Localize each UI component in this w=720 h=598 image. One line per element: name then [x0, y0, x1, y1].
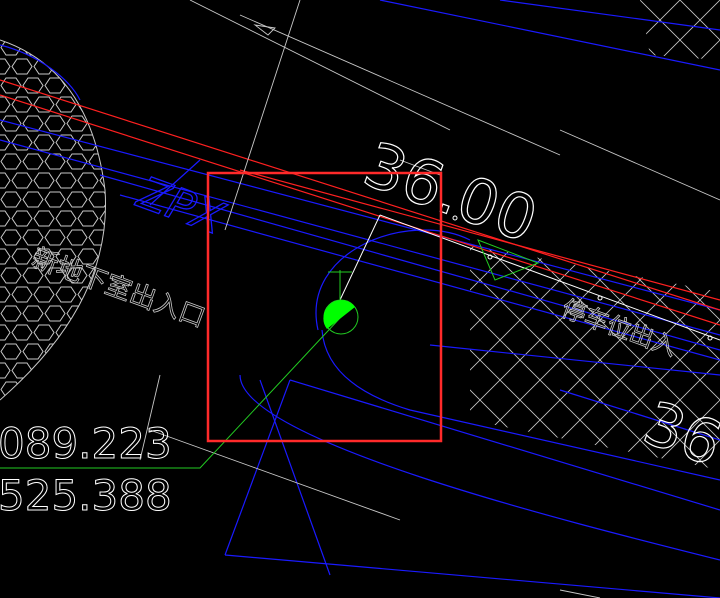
coordinate-y: 525.388	[0, 471, 172, 520]
valve-node-icon[interactable]	[323, 299, 359, 335]
pipe-code-label: ZPX	[130, 167, 231, 245]
cad-drawing-canvas[interactable]: 36.00 36 ZPX 新地下室出入口 停车位出入 089.223 525.3…	[0, 0, 720, 598]
cad-texts: 36.00 36 ZPX 新地下室出入口 停车位出入 089.223 525.3…	[0, 127, 720, 521]
coordinate-x: 089.223	[0, 419, 172, 468]
elevation-label-large: 36.00	[355, 127, 547, 256]
hex-hatch-region	[0, 39, 107, 401]
